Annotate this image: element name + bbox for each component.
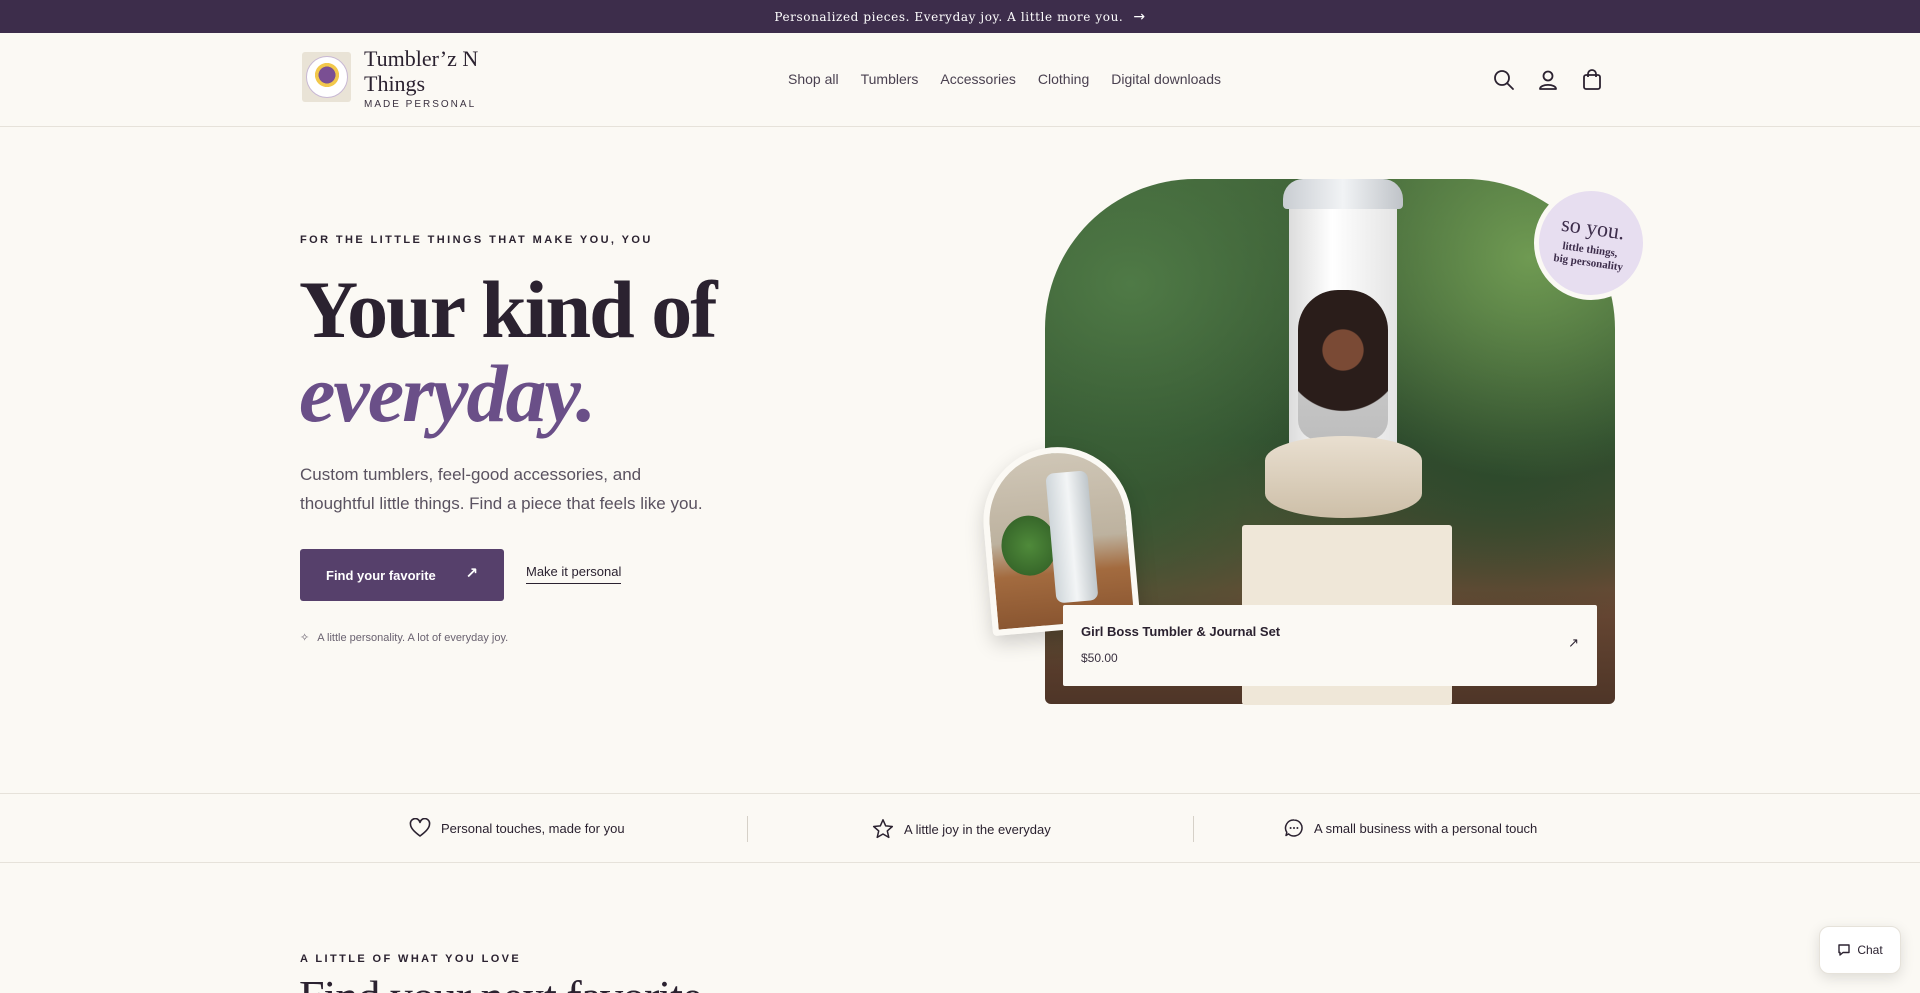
featured-product-title: Girl Boss Tumbler & Journal Set — [1081, 624, 1281, 639]
nav-item-clothing[interactable]: Clothing — [1038, 71, 1089, 87]
chat-icon — [1838, 944, 1851, 956]
nav-item-shop-all[interactable]: Shop all — [788, 71, 839, 87]
product-pedestal — [1265, 436, 1422, 518]
star-icon — [872, 819, 894, 839]
trust-item: Personal touches, made for you — [409, 818, 625, 838]
nav-item-accessories[interactable]: Accessories — [940, 71, 1015, 87]
find-your-favorite-button[interactable]: Find your favorite ↗ — [300, 549, 504, 601]
inset-tumbler — [1045, 470, 1099, 604]
trust-item: A small business with a personal touch — [1284, 818, 1537, 838]
tumbler-lid — [1283, 179, 1403, 209]
featured-product-card[interactable]: Girl Boss Tumbler & Journal Set $50.00 ↗ — [1063, 605, 1597, 686]
hero-note-text: A little personality. A lot of everyday … — [317, 631, 509, 644]
site-header: Tumbler’z N Things MADE PERSONAL Shop al… — [0, 33, 1920, 127]
featured-product-price: $50.00 — [1081, 651, 1118, 665]
trust-strip: Personal touches, made for you A little … — [0, 793, 1920, 863]
trust-text: A small business with a personal touch — [1314, 820, 1538, 836]
brand-name[interactable]: Tumbler’z N Things — [364, 46, 494, 96]
nav-item-tumblers[interactable]: Tumblers — [861, 71, 919, 87]
button-label: Find your favorite — [326, 567, 436, 583]
divider — [1193, 816, 1194, 842]
hero-note: ✧ A little personality. A lot of everyda… — [300, 631, 509, 645]
announcement-bar[interactable]: Personalized pieces. Everyday joy. A lit… — [0, 0, 1920, 33]
arrow-right-icon: → — [1133, 8, 1146, 25]
trust-text: A little joy in the everyday — [904, 821, 1051, 837]
chat-label: Chat — [1857, 943, 1883, 957]
nav-item-digital-downloads[interactable]: Digital downloads — [1111, 71, 1221, 87]
heart-icon — [409, 818, 431, 837]
sticker-headline: so you. — [1559, 210, 1627, 245]
trust-item: A little joy in the everyday — [872, 818, 1051, 840]
announcement-text: Personalized pieces. Everyday joy. A lit… — [774, 9, 1124, 24]
hero-title-line-2: everyday. — [299, 348, 596, 439]
chat-button[interactable]: Chat — [1819, 926, 1901, 974]
arrow-up-right-icon: ↗ — [465, 565, 478, 582]
hero-title-line-1: Your kind of — [299, 264, 718, 355]
hero-title: Your kind of everyday. — [299, 268, 718, 439]
make-it-personal-link[interactable]: Make it personal — [526, 564, 622, 584]
brand-logo[interactable] — [302, 52, 351, 102]
trust-text: Personal touches, made for you — [441, 820, 625, 836]
tumbler-artwork — [1298, 290, 1388, 440]
search-icon[interactable] — [1491, 67, 1517, 93]
chat-bubble-icon — [1284, 819, 1303, 837]
brand-tagline: MADE PERSONAL — [364, 99, 477, 110]
sparkle-icon: ✧ — [300, 632, 310, 644]
hero-subtitle: Custom tumblers, feel-good accessories, … — [300, 465, 703, 513]
account-icon[interactable] — [1535, 67, 1561, 93]
main-nav: Shop all Tumblers Accessories Clothing D… — [788, 71, 1221, 87]
section-eyebrow: A LITTLE OF WHAT YOU LOVE — [300, 953, 522, 965]
section-title: Find your next favorite — [299, 972, 702, 993]
hero-eyebrow: FOR THE LITTLE THINGS THAT MAKE YOU, YOU — [300, 234, 653, 246]
cart-icon[interactable] — [1579, 67, 1605, 93]
logo-badge-icon — [305, 56, 348, 98]
divider — [747, 816, 748, 842]
arrow-up-right-icon: ↗ — [1568, 635, 1579, 650]
